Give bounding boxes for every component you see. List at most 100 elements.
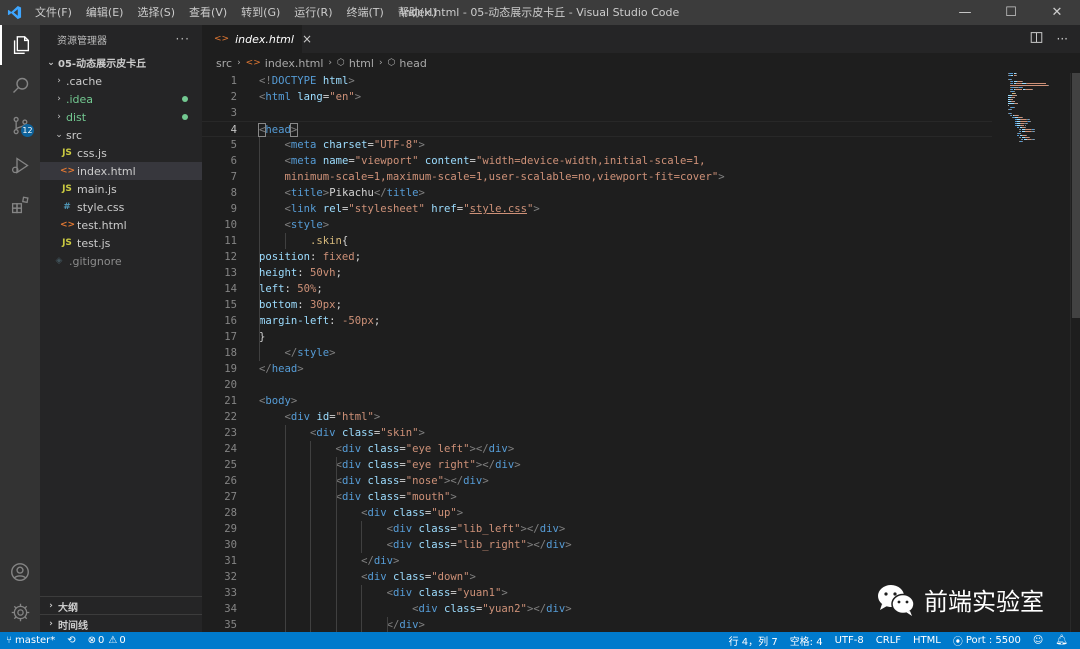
folder-item[interactable]: ⌄ src bbox=[40, 126, 202, 144]
code-line[interactable]: 11 .skin{ bbox=[202, 233, 992, 249]
encoding[interactable]: UTF-8 bbox=[829, 635, 870, 646]
split-editor-icon[interactable] bbox=[1030, 31, 1043, 47]
code-line[interactable]: 35 </div> bbox=[202, 617, 992, 632]
breadcrumb-html[interactable]: html bbox=[349, 57, 374, 70]
file-item[interactable]: <> index.html bbox=[40, 162, 202, 180]
file-item[interactable]: JS main.js bbox=[40, 180, 202, 198]
close-window-button[interactable]: ✕ bbox=[1034, 0, 1080, 25]
problems-status[interactable]: ⊗ 0 ⚠ 0 bbox=[82, 635, 132, 646]
file-item[interactable]: <> test.html bbox=[40, 216, 202, 234]
explorer-icon[interactable] bbox=[0, 25, 40, 65]
code-line[interactable]: 33 <div class="yuan1"> bbox=[202, 585, 992, 601]
menu-item[interactable]: 选择(S) bbox=[130, 0, 182, 25]
breadcrumb-src[interactable]: src bbox=[216, 57, 232, 70]
code-line[interactable]: 30 <div class="lib_right"></div> bbox=[202, 537, 992, 553]
notifications-button[interactable]: 🔔︎ bbox=[1049, 635, 1074, 646]
indent-guide bbox=[284, 425, 286, 632]
code-line[interactable]: 18 </style> bbox=[202, 345, 992, 361]
folder-item[interactable]: › .cache bbox=[40, 72, 202, 90]
code-line[interactable]: 29 <div class="lib_left"></div> bbox=[202, 521, 992, 537]
code-text: <meta charset="UTF-8"> bbox=[284, 139, 425, 151]
code-line[interactable]: 20 bbox=[202, 377, 992, 393]
code-line[interactable]: 17} bbox=[202, 329, 992, 345]
menu-item[interactable]: 帮助(H) bbox=[391, 0, 444, 25]
account-icon[interactable] bbox=[0, 552, 40, 592]
title-bar: 文件(F) 编辑(E) 选择(S) 查看(V) 转到(G) 运行(R) 终端(T) 帮助(H)… bbox=[0, 0, 1080, 25]
menu-item[interactable]: 编辑(E) bbox=[79, 0, 131, 25]
code-line[interactable]: 22 <div id="html"> bbox=[202, 409, 992, 425]
menu-item[interactable]: 转到(G) bbox=[234, 0, 287, 25]
menu-item[interactable]: 运行(R) bbox=[287, 0, 339, 25]
code-line[interactable]: 2 <html lang="en"> bbox=[202, 89, 992, 105]
folder-item[interactable]: › dist bbox=[40, 108, 202, 126]
menu-item[interactable]: 终端(T) bbox=[340, 0, 391, 25]
menu-item[interactable]: 查看(V) bbox=[182, 0, 234, 25]
branch-status[interactable]: ⑂ master* bbox=[0, 635, 61, 646]
code-line[interactable]: 25 <div class="eye right"></div> bbox=[202, 457, 992, 473]
code-line[interactable]: 26 <div class="nose"></div> bbox=[202, 473, 992, 489]
close-tab-icon[interactable]: × bbox=[302, 32, 312, 46]
menu-item[interactable]: 文件(F) bbox=[28, 0, 79, 25]
code-line[interactable]: 5 <meta charset="UTF-8"> bbox=[202, 137, 992, 153]
breadcrumb-head[interactable]: head bbox=[399, 57, 426, 70]
folder-item[interactable]: › .idea bbox=[40, 90, 202, 108]
line-ending[interactable]: CRLF bbox=[870, 635, 907, 646]
minimap[interactable] bbox=[1008, 73, 1064, 143]
code-line[interactable]: 13 height: 50vh; bbox=[202, 265, 992, 281]
more-actions-button[interactable]: ··· bbox=[176, 32, 190, 46]
code-editor[interactable]: 1 <!DOCTYPE html> 2 <html lang="en"> 3 4 <head… bbox=[202, 73, 1080, 632]
code-line[interactable]: 16 margin-left: -50px; bbox=[202, 313, 992, 329]
minimize-button[interactable]: — bbox=[942, 0, 988, 25]
file-item[interactable]: ◈ .gitignore bbox=[40, 252, 202, 270]
code-line[interactable]: 15 bottom: 30px; bbox=[202, 297, 992, 313]
tab-index-html[interactable]: <> index.html × bbox=[202, 25, 312, 53]
breadcrumb-file[interactable]: index.html bbox=[265, 57, 324, 70]
code-line[interactable]: 8 <title>Pikachu</title> bbox=[202, 185, 992, 201]
run-debug-icon[interactable] bbox=[0, 145, 40, 185]
code-line[interactable]: 32 <div class="down"> bbox=[202, 569, 992, 585]
chevron-right-icon: › bbox=[49, 619, 53, 629]
feedback-button[interactable]: ☺ bbox=[1027, 635, 1049, 646]
code-line[interactable]: 4 <head> bbox=[202, 121, 992, 137]
extensions-icon[interactable] bbox=[0, 185, 40, 225]
code-line[interactable]: 19 </head> bbox=[202, 361, 992, 377]
code-line[interactable]: 6 <meta name="viewport" content="width=d… bbox=[202, 153, 992, 169]
sync-button[interactable]: ⟲ bbox=[61, 635, 81, 646]
line-number: 9 bbox=[230, 203, 237, 215]
code-line[interactable]: 31 </div> bbox=[202, 553, 992, 569]
tab-label: index.html bbox=[235, 32, 294, 46]
outline-section[interactable]: › 大纲 bbox=[40, 596, 202, 615]
maximize-button[interactable]: ☐ bbox=[988, 0, 1034, 25]
code-line[interactable]: 14 left: 50%; bbox=[202, 281, 992, 297]
file-item[interactable]: JS css.js bbox=[40, 144, 202, 162]
language-mode[interactable]: HTML bbox=[907, 635, 947, 646]
scrollbar-thumb[interactable] bbox=[1072, 73, 1080, 318]
code-line[interactable]: 9 <link rel="stylesheet" href="style.css… bbox=[202, 201, 992, 217]
code-text: <div id="html"> bbox=[284, 411, 381, 423]
file-item[interactable]: # style.css bbox=[40, 198, 202, 216]
code-line[interactable]: 3 bbox=[202, 105, 992, 121]
more-actions-icon[interactable]: ··· bbox=[1057, 32, 1068, 46]
cursor-position[interactable]: 行 4，列 7 bbox=[723, 633, 784, 648]
code-line[interactable]: 12 position: fixed; bbox=[202, 249, 992, 265]
chevron-right-icon: › bbox=[378, 58, 383, 68]
minimap-line bbox=[1047, 85, 1049, 86]
code-line[interactable]: 23 <div class="skin"> bbox=[202, 425, 992, 441]
timeline-section[interactable]: › 时间线 bbox=[40, 614, 202, 633]
code-line[interactable]: 21 <body> bbox=[202, 393, 992, 409]
file-item[interactable]: JS test.js bbox=[40, 234, 202, 252]
code-line[interactable]: 34 <div class="yuan2"></div> bbox=[202, 601, 992, 617]
settings-gear-icon[interactable] bbox=[0, 592, 40, 632]
code-line[interactable]: 24 <div class="eye left"></div> bbox=[202, 441, 992, 457]
code-line[interactable]: 28 <div class="up"> bbox=[202, 505, 992, 521]
code-line[interactable]: 1 <!DOCTYPE html> bbox=[202, 73, 992, 89]
indentation[interactable]: 空格: 4 bbox=[784, 633, 829, 648]
code-line[interactable]: 27 <div class="mouth"> bbox=[202, 489, 992, 505]
code-line[interactable]: 7 minimum-scale=1,maximum-scale=1,user-s… bbox=[202, 169, 992, 185]
editor-scrollbar[interactable] bbox=[1070, 73, 1080, 632]
code-line[interactable]: 10 <style> bbox=[202, 217, 992, 233]
search-icon[interactable] bbox=[0, 65, 40, 105]
source-control-icon[interactable]: 12 bbox=[0, 105, 40, 145]
live-server-port[interactable]: ⦿ Port : 5500 bbox=[947, 633, 1027, 648]
workspace-root[interactable]: ⌄ 05-动态展示皮卡丘 bbox=[40, 53, 202, 72]
